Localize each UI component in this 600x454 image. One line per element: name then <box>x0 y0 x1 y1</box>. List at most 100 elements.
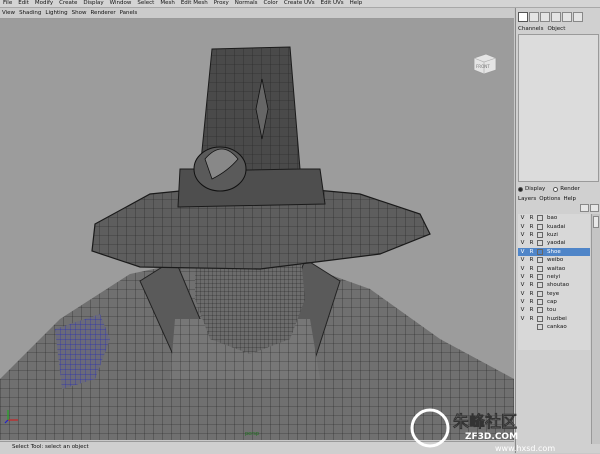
layer-color-swatch[interactable] <box>537 265 543 272</box>
layer-visibility-toggle[interactable]: V <box>518 215 527 221</box>
layer-name: cankao <box>547 324 567 331</box>
layer-row[interactable]: V R waitao <box>518 264 590 272</box>
layer-reference-toggle[interactable]: R <box>527 232 536 238</box>
layer-visibility-toggle[interactable]: V <box>518 240 527 246</box>
render-toggle-icon[interactable] <box>562 12 572 22</box>
layer-visibility-toggle[interactable]: V <box>518 282 527 288</box>
layer-reference-toggle[interactable]: R <box>527 274 536 280</box>
layer-visibility-toggle[interactable]: V <box>518 316 527 322</box>
layer-name: kuadai <box>547 223 566 230</box>
channel-box-toggle-icon[interactable] <box>518 12 528 22</box>
layer-row[interactable]: V R kuadai <box>518 222 590 230</box>
layer-color-swatch[interactable] <box>537 299 543 306</box>
panel-menu-shading[interactable]: Shading <box>17 8 43 18</box>
layer-reference-toggle[interactable]: R <box>527 266 536 272</box>
layer-row[interactable]: V R cap <box>518 298 590 306</box>
layer-reference-toggle[interactable]: R <box>527 257 536 263</box>
layer-color-swatch[interactable] <box>537 240 543 247</box>
menu-create[interactable]: Create <box>56 0 80 7</box>
menu-display[interactable]: Display <box>80 0 106 7</box>
layer-reference-toggle[interactable]: R <box>527 249 536 255</box>
layer-row[interactable]: V R bao <box>518 214 590 222</box>
scrollbar-thumb[interactable] <box>593 216 599 228</box>
layer-scrollbar[interactable] <box>591 214 600 444</box>
render-radio[interactable]: Render <box>553 186 580 192</box>
layer-reference-toggle[interactable]: R <box>527 282 536 288</box>
layer-reference-toggle[interactable]: R <box>527 299 536 305</box>
layer-reference-toggle[interactable]: R <box>527 316 536 322</box>
layer-visibility-toggle[interactable]: V <box>518 266 527 272</box>
layer-reference-toggle[interactable]: R <box>527 291 536 297</box>
menu-edit-mesh[interactable]: Edit Mesh <box>178 0 211 7</box>
layer-row[interactable]: V R weibo <box>518 256 590 264</box>
layer-color-swatch[interactable] <box>537 248 543 255</box>
menu-edit[interactable]: Edit <box>15 0 32 7</box>
3d-viewport[interactable]: persp FRONT <box>0 19 514 440</box>
menu-help[interactable]: Help <box>347 0 366 7</box>
layer-row[interactable]: V R tou <box>518 306 590 314</box>
layer-color-swatch[interactable] <box>537 257 543 264</box>
tab-object[interactable]: Object <box>547 25 565 33</box>
layer-color-swatch[interactable] <box>537 290 543 297</box>
layer-name: shoutao <box>547 282 570 289</box>
panel-menu-renderer[interactable]: Renderer <box>88 8 117 18</box>
menu-options[interactable]: Options <box>539 195 560 203</box>
layer-reference-toggle[interactable]: R <box>527 307 536 313</box>
character-model: persp <box>0 46 514 440</box>
layer-row[interactable]: V R teye <box>518 290 590 298</box>
layer-row[interactable]: V R kuzi <box>518 231 590 239</box>
layer-visibility-toggle[interactable]: V <box>518 291 527 297</box>
panel-menu-lighting[interactable]: Lighting <box>43 8 69 18</box>
layer-visibility-toggle[interactable]: V <box>518 232 527 238</box>
layer-reference-toggle[interactable]: R <box>527 215 536 221</box>
tool-settings-toggle-icon[interactable] <box>540 12 550 22</box>
layer-row[interactable]: V R yaodai <box>518 239 590 247</box>
menu-layer-help[interactable]: Help <box>563 195 576 203</box>
layer-color-swatch[interactable] <box>537 215 543 222</box>
layer-visibility-toggle[interactable]: V <box>518 224 527 230</box>
layer-color-swatch[interactable] <box>537 231 543 238</box>
layer-color-swatch[interactable] <box>537 324 543 331</box>
menu-normals[interactable]: Normals <box>232 0 261 7</box>
layer-visibility-toggle[interactable]: V <box>518 274 527 280</box>
menu-file[interactable]: File <box>0 0 15 7</box>
layer-color-swatch[interactable] <box>537 223 543 230</box>
menu-modify[interactable]: Modify <box>32 0 56 7</box>
layer-color-swatch[interactable] <box>537 273 543 280</box>
panel-menu-view[interactable]: View <box>0 8 17 18</box>
layer-row-selected[interactable]: V R Shoe <box>518 247 590 256</box>
layer-visibility-toggle[interactable]: V <box>518 307 527 313</box>
layer-visibility-toggle[interactable]: V <box>518 249 527 255</box>
layer-visibility-toggle[interactable]: V <box>518 299 527 305</box>
layer-visibility-toggle[interactable]: V <box>518 257 527 263</box>
layer-reference-toggle[interactable]: R <box>527 224 536 230</box>
layer-row[interactable]: V R huzibei <box>518 315 590 323</box>
menu-layers[interactable]: Layers <box>518 195 536 203</box>
layer-color-swatch[interactable] <box>537 315 543 322</box>
menu-mesh[interactable]: Mesh <box>157 0 177 7</box>
menu-window[interactable]: Window <box>107 0 135 7</box>
menu-select[interactable]: Select <box>134 0 157 7</box>
axis-gizmo-icon <box>4 408 20 426</box>
tab-channels[interactable]: Channels <box>518 25 543 33</box>
layer-row[interactable]: cankao <box>518 323 590 331</box>
layer-reference-toggle[interactable]: R <box>527 240 536 246</box>
layer-color-swatch[interactable] <box>537 307 543 314</box>
menu-create-uvs[interactable]: Create UVs <box>281 0 318 7</box>
panel-menu-panels[interactable]: Panels <box>118 8 140 18</box>
layer-row[interactable]: V R neiyi <box>518 273 590 281</box>
layer-color-swatch[interactable] <box>537 282 543 289</box>
new-layer-selected-icon[interactable] <box>590 204 599 212</box>
outliner-toggle-icon[interactable] <box>551 12 561 22</box>
menu-proxy[interactable]: Proxy <box>211 0 232 7</box>
render-radio-dot <box>553 186 559 192</box>
menu-edit-uvs[interactable]: Edit UVs <box>318 0 347 7</box>
display-radio[interactable]: Display <box>518 186 545 192</box>
new-layer-icon[interactable] <box>580 204 589 212</box>
sphere-icon[interactable] <box>573 12 583 22</box>
attribute-editor-toggle-icon[interactable] <box>529 12 539 22</box>
layer-row[interactable]: V R shoutao <box>518 281 590 289</box>
panel-menu-show[interactable]: Show <box>70 8 89 18</box>
display-radio-dot <box>518 186 523 192</box>
menu-color[interactable]: Color <box>261 0 281 7</box>
